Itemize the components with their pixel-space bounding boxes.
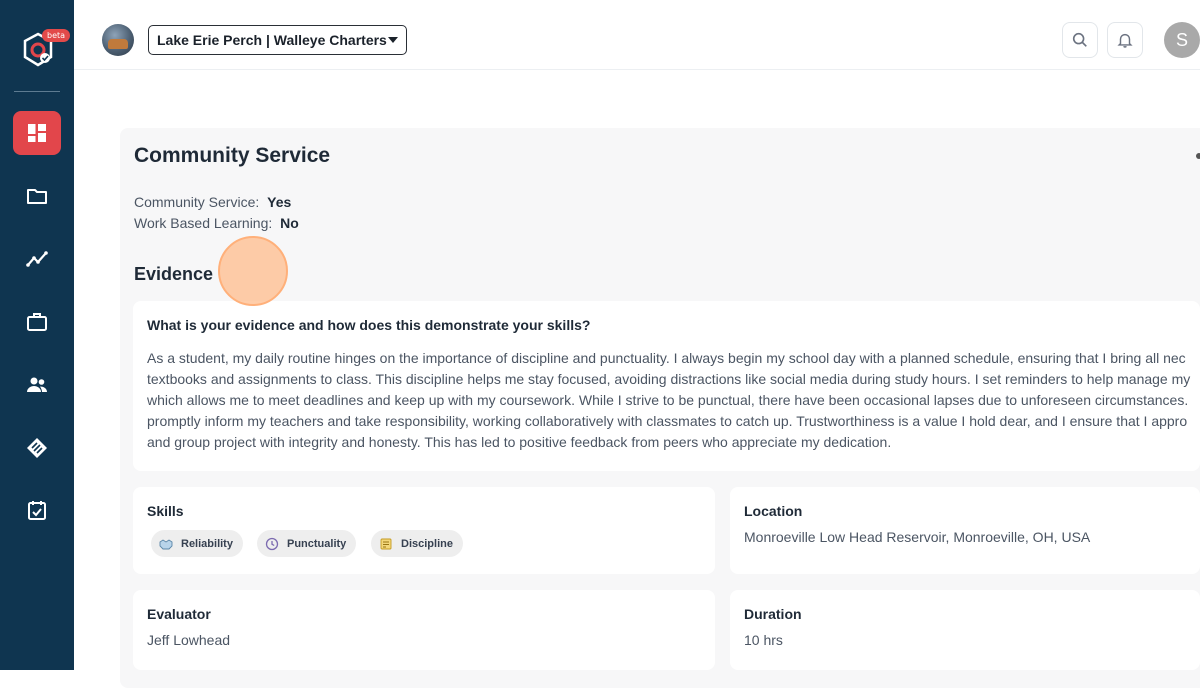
work-based-learning-value: No: [280, 215, 299, 231]
evidence-question: What is your evidence and how does this …: [147, 317, 591, 333]
briefcase-icon: [27, 313, 47, 331]
evaluator-label: Evaluator: [147, 606, 211, 622]
organization-selector[interactable]: Lake Erie Perch | Walleye Charters: [148, 25, 407, 55]
beta-badge: beta: [42, 29, 71, 42]
evidence-heading: Evidence: [134, 264, 214, 284]
sidebar-item-folder[interactable]: [13, 174, 61, 218]
evidence-line: As a student, my daily routine hinges on…: [147, 350, 1186, 366]
skill-chip-reliability[interactable]: Reliability: [151, 530, 243, 557]
folder-icon: [27, 189, 47, 204]
sidebar-item-dashboard[interactable]: [13, 111, 61, 155]
evidence-line: textbooks and assignments to class. This…: [147, 371, 1191, 387]
organization-selector-label: Lake Erie Perch | Walleye Charters: [157, 32, 387, 48]
work-based-learning-row: Work Based Learning: No: [134, 215, 299, 231]
note-icon: [380, 538, 392, 549]
duration-value: 10 hrs: [744, 632, 783, 648]
location-card: Location Monroeville Low Head Reservoir,…: [730, 487, 1200, 574]
skills-label: Skills: [147, 503, 184, 519]
evidence-line: which allows me to meet deadlines and ke…: [147, 392, 1189, 408]
evidence-text: As a student, my daily routine hinges on…: [147, 348, 1200, 453]
sidebar-item-calendar[interactable]: [13, 488, 61, 532]
notifications-button[interactable]: [1107, 22, 1143, 58]
skill-chip-label: Punctuality: [287, 537, 347, 550]
badge-icon: [27, 438, 47, 458]
sidebar: beta: [0, 0, 74, 670]
location-value: Monroeville Low Head Reservoir, Monroevi…: [744, 529, 1091, 545]
evidence-line: promptly inform my teachers and take res…: [147, 413, 1188, 429]
user-initial: S: [1175, 29, 1188, 50]
evaluator-value: Jeff Lowhead: [147, 632, 231, 648]
handshake-icon: [159, 538, 173, 549]
skill-chip-label: Reliability: [181, 537, 233, 550]
clock-icon: [265, 537, 279, 550]
chevron-down-icon: [388, 37, 398, 43]
duration-card: Duration 10 hrs: [730, 590, 1200, 670]
search-icon: [1072, 32, 1087, 47]
sidebar-divider: [14, 91, 60, 92]
duration-label: Duration: [744, 606, 802, 622]
sidebar-item-analytics[interactable]: [13, 237, 61, 281]
evaluator-card: Evaluator Jeff Lowhead: [133, 590, 715, 670]
dashboard-icon: [28, 124, 46, 142]
top-bar: Lake Erie Perch | Walleye Charters S: [74, 0, 1200, 70]
search-button[interactable]: [1062, 22, 1098, 58]
user-avatar[interactable]: S: [1164, 22, 1200, 58]
bell-icon: [1117, 33, 1133, 48]
sidebar-item-briefcase[interactable]: [13, 300, 61, 344]
more-options-icon[interactable]: [1196, 153, 1200, 159]
sidebar-item-people[interactable]: [13, 363, 61, 407]
community-service-value: Yes: [267, 194, 292, 210]
click-indicator: [218, 236, 288, 306]
calendar-check-icon: [28, 501, 46, 520]
skills-card: Skills Reliability Punctuality Disciplin…: [133, 487, 715, 574]
location-label: Location: [744, 503, 803, 519]
work-based-learning-label: Work Based Learning:: [134, 215, 273, 231]
organization-avatar[interactable]: [102, 24, 134, 56]
evidence-card: What is your evidence and how does this …: [133, 301, 1200, 471]
people-icon: [27, 377, 47, 392]
sidebar-item-badge[interactable]: [13, 426, 61, 470]
page-title: Community Service: [134, 144, 331, 167]
evidence-line: and group project with integrity and hon…: [147, 434, 892, 450]
skill-chip-punctuality[interactable]: Punctuality: [257, 530, 357, 557]
skill-chip-discipline[interactable]: Discipline: [371, 530, 463, 557]
skill-chip-label: Discipline: [401, 537, 453, 550]
community-service-row: Community Service: Yes: [134, 194, 291, 210]
analytics-icon: [26, 251, 48, 267]
community-service-label: Community Service:: [134, 194, 260, 210]
